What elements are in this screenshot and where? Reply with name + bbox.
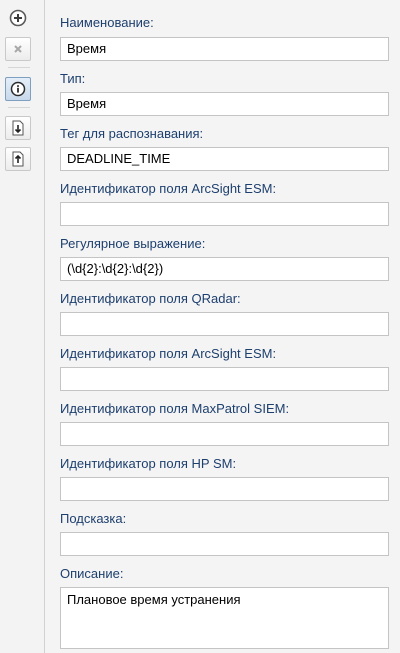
description-label: Описание: bbox=[60, 566, 124, 581]
hpsm-id-field[interactable] bbox=[60, 477, 389, 501]
regex-label: Регулярное выражение: bbox=[60, 236, 206, 251]
name-field[interactable]: Время bbox=[60, 37, 389, 61]
qradar-id-label: Идентификатор поля QRadar: bbox=[60, 291, 241, 306]
tag-label: Тег для распознавания: bbox=[60, 126, 204, 141]
hint-label: Подсказка: bbox=[60, 511, 127, 526]
type-field[interactable]: Время bbox=[60, 92, 389, 116]
tag-field[interactable]: DEADLINE_TIME bbox=[60, 147, 389, 171]
arcsight-id-field[interactable] bbox=[60, 202, 389, 226]
import-button[interactable] bbox=[5, 116, 31, 140]
add-circle-icon bbox=[9, 9, 27, 27]
toolbar bbox=[0, 0, 44, 653]
properties-panel: Наименование: Время Тип: Время Тег для р… bbox=[45, 0, 400, 653]
add-button[interactable] bbox=[5, 6, 31, 30]
export-icon bbox=[11, 151, 25, 167]
hint-field[interactable] bbox=[60, 532, 389, 556]
qradar-id-field[interactable] bbox=[60, 312, 389, 336]
maxpatrol-id-label: Идентификатор поля MaxPatrol SIEM: bbox=[60, 401, 290, 416]
import-icon bbox=[11, 120, 25, 136]
maxpatrol-id-field[interactable] bbox=[60, 422, 389, 446]
toolbar-divider bbox=[8, 107, 30, 108]
info-icon bbox=[10, 81, 26, 97]
regex-field[interactable]: (\d{2}:\d{2}:\d{2}) bbox=[60, 257, 389, 281]
arcsight-id-label: Идентификатор поля ArcSight ESM: bbox=[60, 181, 277, 196]
description-field[interactable]: Плановое время устранения bbox=[60, 587, 389, 649]
arcsight-id-label-2: Идентификатор поля ArcSight ESM: bbox=[60, 346, 277, 361]
type-label: Тип: bbox=[60, 71, 86, 86]
close-icon bbox=[12, 43, 24, 55]
toolbar-divider bbox=[8, 67, 30, 68]
hpsm-id-label: Идентификатор поля HP SM: bbox=[60, 456, 237, 471]
delete-button[interactable] bbox=[5, 37, 31, 61]
info-button[interactable] bbox=[5, 77, 31, 101]
arcsight-id-field-2[interactable] bbox=[60, 367, 389, 391]
name-label: Наименование: bbox=[60, 15, 154, 30]
export-button[interactable] bbox=[5, 147, 31, 171]
